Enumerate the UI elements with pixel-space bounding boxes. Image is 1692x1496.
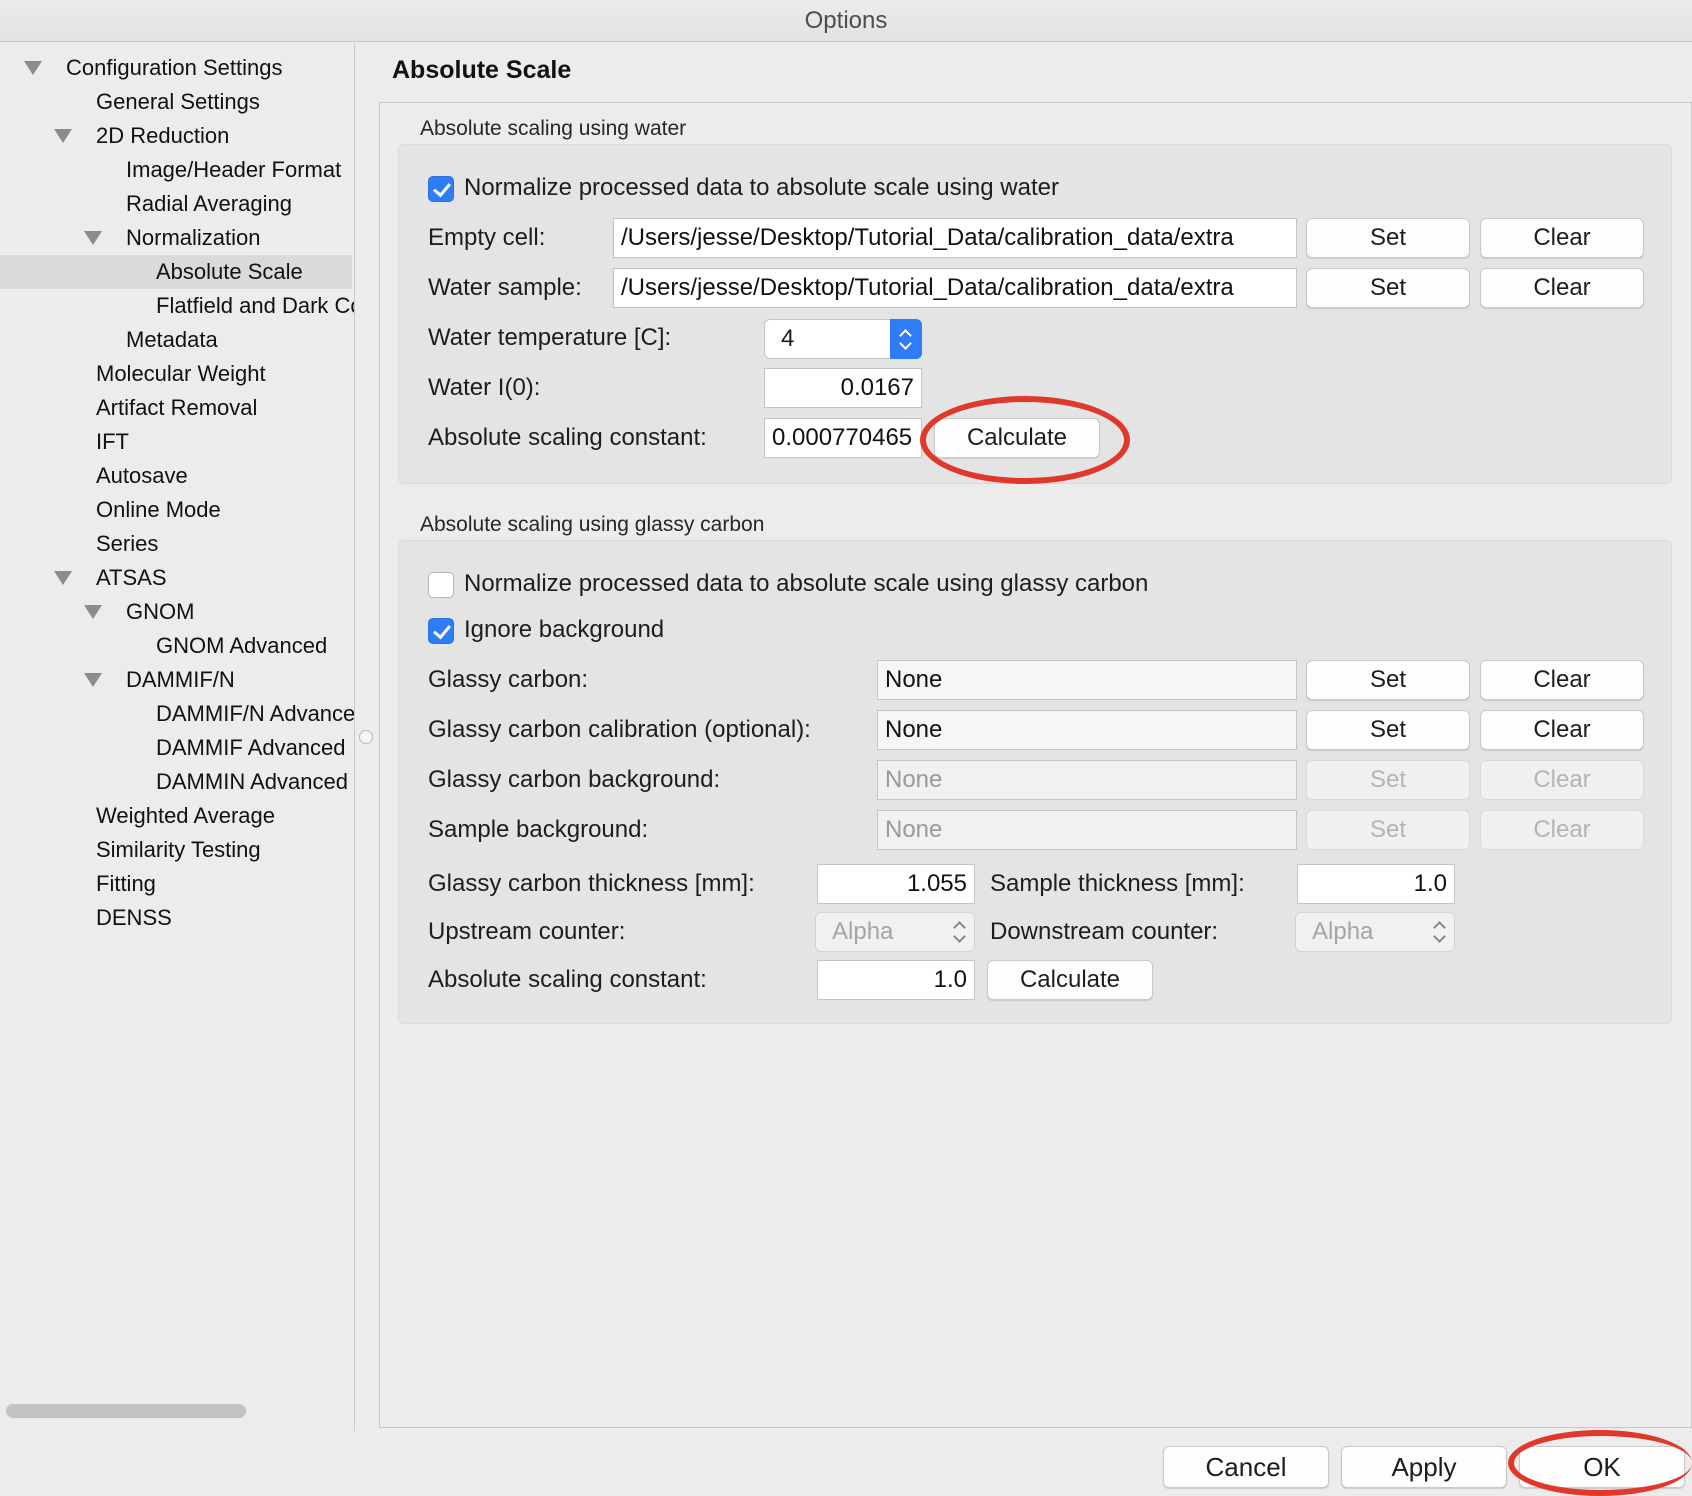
water-constant-label: Absolute scaling constant:	[428, 424, 707, 451]
glassy-carbon-background-set-button[interactable]: Set	[1306, 760, 1470, 800]
glassy-group-title: Absolute scaling using glassy carbon	[420, 513, 765, 536]
tree-item-normalization[interactable]: Normalization	[126, 221, 261, 255]
disclosure-triangle-icon[interactable]	[84, 673, 102, 687]
cancel-button[interactable]: Cancel	[1163, 1446, 1329, 1488]
empty-cell-label: Empty cell:	[428, 224, 546, 251]
tree-item-autosave[interactable]: Autosave	[96, 459, 188, 493]
water-i0-label: Water I(0):	[428, 374, 541, 401]
water-i0-field[interactable]: 0.0167	[764, 368, 922, 408]
empty-cell-clear-button[interactable]: Clear	[1480, 218, 1644, 258]
disclosure-triangle-icon[interactable]	[84, 231, 102, 245]
sample-background-clear-button[interactable]: Clear	[1480, 810, 1644, 850]
tree-item-denss[interactable]: DENSS	[96, 901, 172, 935]
downstream-counter-select[interactable]: Alpha	[1295, 912, 1455, 952]
glassy-normalize-checkbox[interactable]	[428, 572, 454, 598]
water-sample-label: Water sample:	[428, 274, 582, 301]
settings-tree[interactable]: Configuration Settings General Settings …	[0, 43, 355, 1431]
splitter-handle[interactable]	[359, 730, 373, 744]
downstream-counter-label: Downstream counter:	[990, 918, 1219, 945]
apply-button[interactable]: Apply	[1341, 1446, 1507, 1488]
water-constant-field[interactable]: 0.000770465	[764, 418, 922, 458]
glassy-carbon-thickness-field[interactable]: 1.055	[817, 864, 975, 904]
tree-item-dammif-advanced[interactable]: DAMMIF Advanced	[156, 731, 346, 765]
tree-item-2d-reduction[interactable]: 2D Reduction	[96, 119, 229, 153]
water-calculate-button[interactable]: Calculate	[934, 418, 1100, 458]
tree-item-metadata[interactable]: Metadata	[126, 323, 218, 357]
glassy-carbon-background-label: Glassy carbon background:	[428, 766, 721, 793]
tree-item-absolute-scale[interactable]: Absolute Scale	[0, 255, 352, 289]
ignore-background-checkbox[interactable]	[428, 618, 454, 644]
tree-item-gnom-advanced[interactable]: GNOM Advanced	[156, 629, 327, 663]
tree-item-dammif-n[interactable]: DAMMIF/N	[126, 663, 235, 697]
glassy-carbon-thickness-label: Glassy carbon thickness [mm]:	[428, 870, 755, 897]
water-temperature-spinbox[interactable]: 4	[764, 319, 922, 359]
empty-cell-set-button[interactable]: Set	[1306, 218, 1470, 258]
glassy-carbon-calibration-set-button[interactable]: Set	[1306, 710, 1470, 750]
disclosure-triangle-icon[interactable]	[54, 571, 72, 585]
ok-button[interactable]: OK	[1519, 1446, 1685, 1488]
chevron-up-down-icon	[1432, 921, 1446, 945]
tree-item-flatfield-dark[interactable]: Flatfield and Dark Correction	[156, 289, 354, 323]
water-sample-field[interactable]: /Users/jesse/Desktop/Tutorial_Data/calib…	[613, 268, 1297, 308]
upstream-counter-value: Alpha	[832, 918, 894, 945]
water-group-title: Absolute scaling using water	[420, 117, 687, 140]
tree-item-image-header-format[interactable]: Image/Header Format	[126, 153, 341, 187]
glassy-carbon-background-clear-button[interactable]: Clear	[1480, 760, 1644, 800]
tree-item-atsas[interactable]: ATSAS	[96, 561, 167, 595]
tree-item-online-mode[interactable]: Online Mode	[96, 493, 221, 527]
water-temperature-label: Water temperature [C]:	[428, 324, 672, 351]
water-sample-set-button[interactable]: Set	[1306, 268, 1470, 308]
sample-thickness-field[interactable]: 1.0	[1297, 864, 1455, 904]
glassy-carbon-set-button[interactable]: Set	[1306, 660, 1470, 700]
tree-item-general-settings[interactable]: General Settings	[96, 85, 260, 119]
glassy-carbon-clear-button[interactable]: Clear	[1480, 660, 1644, 700]
glassy-carbon-calibration-label: Glassy carbon calibration (optional):	[428, 716, 811, 743]
sample-thickness-label: Sample thickness [mm]:	[990, 870, 1245, 897]
upstream-counter-label: Upstream counter:	[428, 918, 626, 945]
downstream-counter-value: Alpha	[1312, 918, 1374, 945]
tree-item-fitting[interactable]: Fitting	[96, 867, 156, 901]
water-normalize-checkbox[interactable]	[428, 176, 454, 202]
glassy-calculate-button[interactable]: Calculate	[987, 960, 1153, 1000]
upstream-counter-select[interactable]: Alpha	[815, 912, 975, 952]
tree-item-dammin-advanced[interactable]: DAMMIN Advanced	[156, 765, 348, 799]
page-title: Absolute Scale	[392, 56, 572, 84]
sidebar-horizontal-scrollbar[interactable]	[6, 1404, 246, 1418]
window-title: Options	[0, 0, 1692, 42]
tree-item-molecular-weight[interactable]: Molecular Weight	[96, 357, 266, 391]
chevron-up-down-icon	[952, 921, 966, 945]
sample-background-label: Sample background:	[428, 816, 649, 843]
water-sample-clear-button[interactable]: Clear	[1480, 268, 1644, 308]
tree-item-weighted-average[interactable]: Weighted Average	[96, 799, 275, 833]
glassy-constant-label: Absolute scaling constant:	[428, 966, 707, 993]
disclosure-triangle-icon[interactable]	[84, 605, 102, 619]
disclosure-triangle-icon[interactable]	[24, 61, 42, 75]
stepper-arrows-icon[interactable]	[890, 319, 922, 359]
tree-item-configuration-settings[interactable]: Configuration Settings	[66, 51, 282, 85]
tree-item-series[interactable]: Series	[96, 527, 158, 561]
tree-item-artifact-removal[interactable]: Artifact Removal	[96, 391, 257, 425]
glassy-carbon-calibration-clear-button[interactable]: Clear	[1480, 710, 1644, 750]
tree-item-radial-averaging[interactable]: Radial Averaging	[126, 187, 292, 221]
sample-background-field[interactable]: None	[877, 810, 1297, 850]
tree-item-gnom[interactable]: GNOM	[126, 595, 194, 629]
glassy-normalize-label: Normalize processed data to absolute sca…	[464, 570, 1149, 597]
glassy-carbon-background-field[interactable]: None	[877, 760, 1297, 800]
glassy-carbon-label: Glassy carbon:	[428, 666, 589, 693]
sample-background-set-button[interactable]: Set	[1306, 810, 1470, 850]
water-temperature-value: 4	[781, 325, 795, 352]
empty-cell-field[interactable]: /Users/jesse/Desktop/Tutorial_Data/calib…	[613, 218, 1297, 258]
disclosure-triangle-icon[interactable]	[54, 129, 72, 143]
glassy-carbon-field[interactable]: None	[877, 660, 1297, 700]
tree-item-similarity-testing[interactable]: Similarity Testing	[96, 833, 261, 867]
tree-item-dammif-n-advanced[interactable]: DAMMIF/N Advanced	[156, 697, 354, 731]
water-normalize-label: Normalize processed data to absolute sca…	[464, 174, 1059, 201]
ignore-background-label: Ignore background	[464, 616, 665, 643]
glassy-carbon-calibration-field[interactable]: None	[877, 710, 1297, 750]
tree-item-ift[interactable]: IFT	[96, 425, 129, 459]
glassy-constant-field[interactable]: 1.0	[817, 960, 975, 1000]
